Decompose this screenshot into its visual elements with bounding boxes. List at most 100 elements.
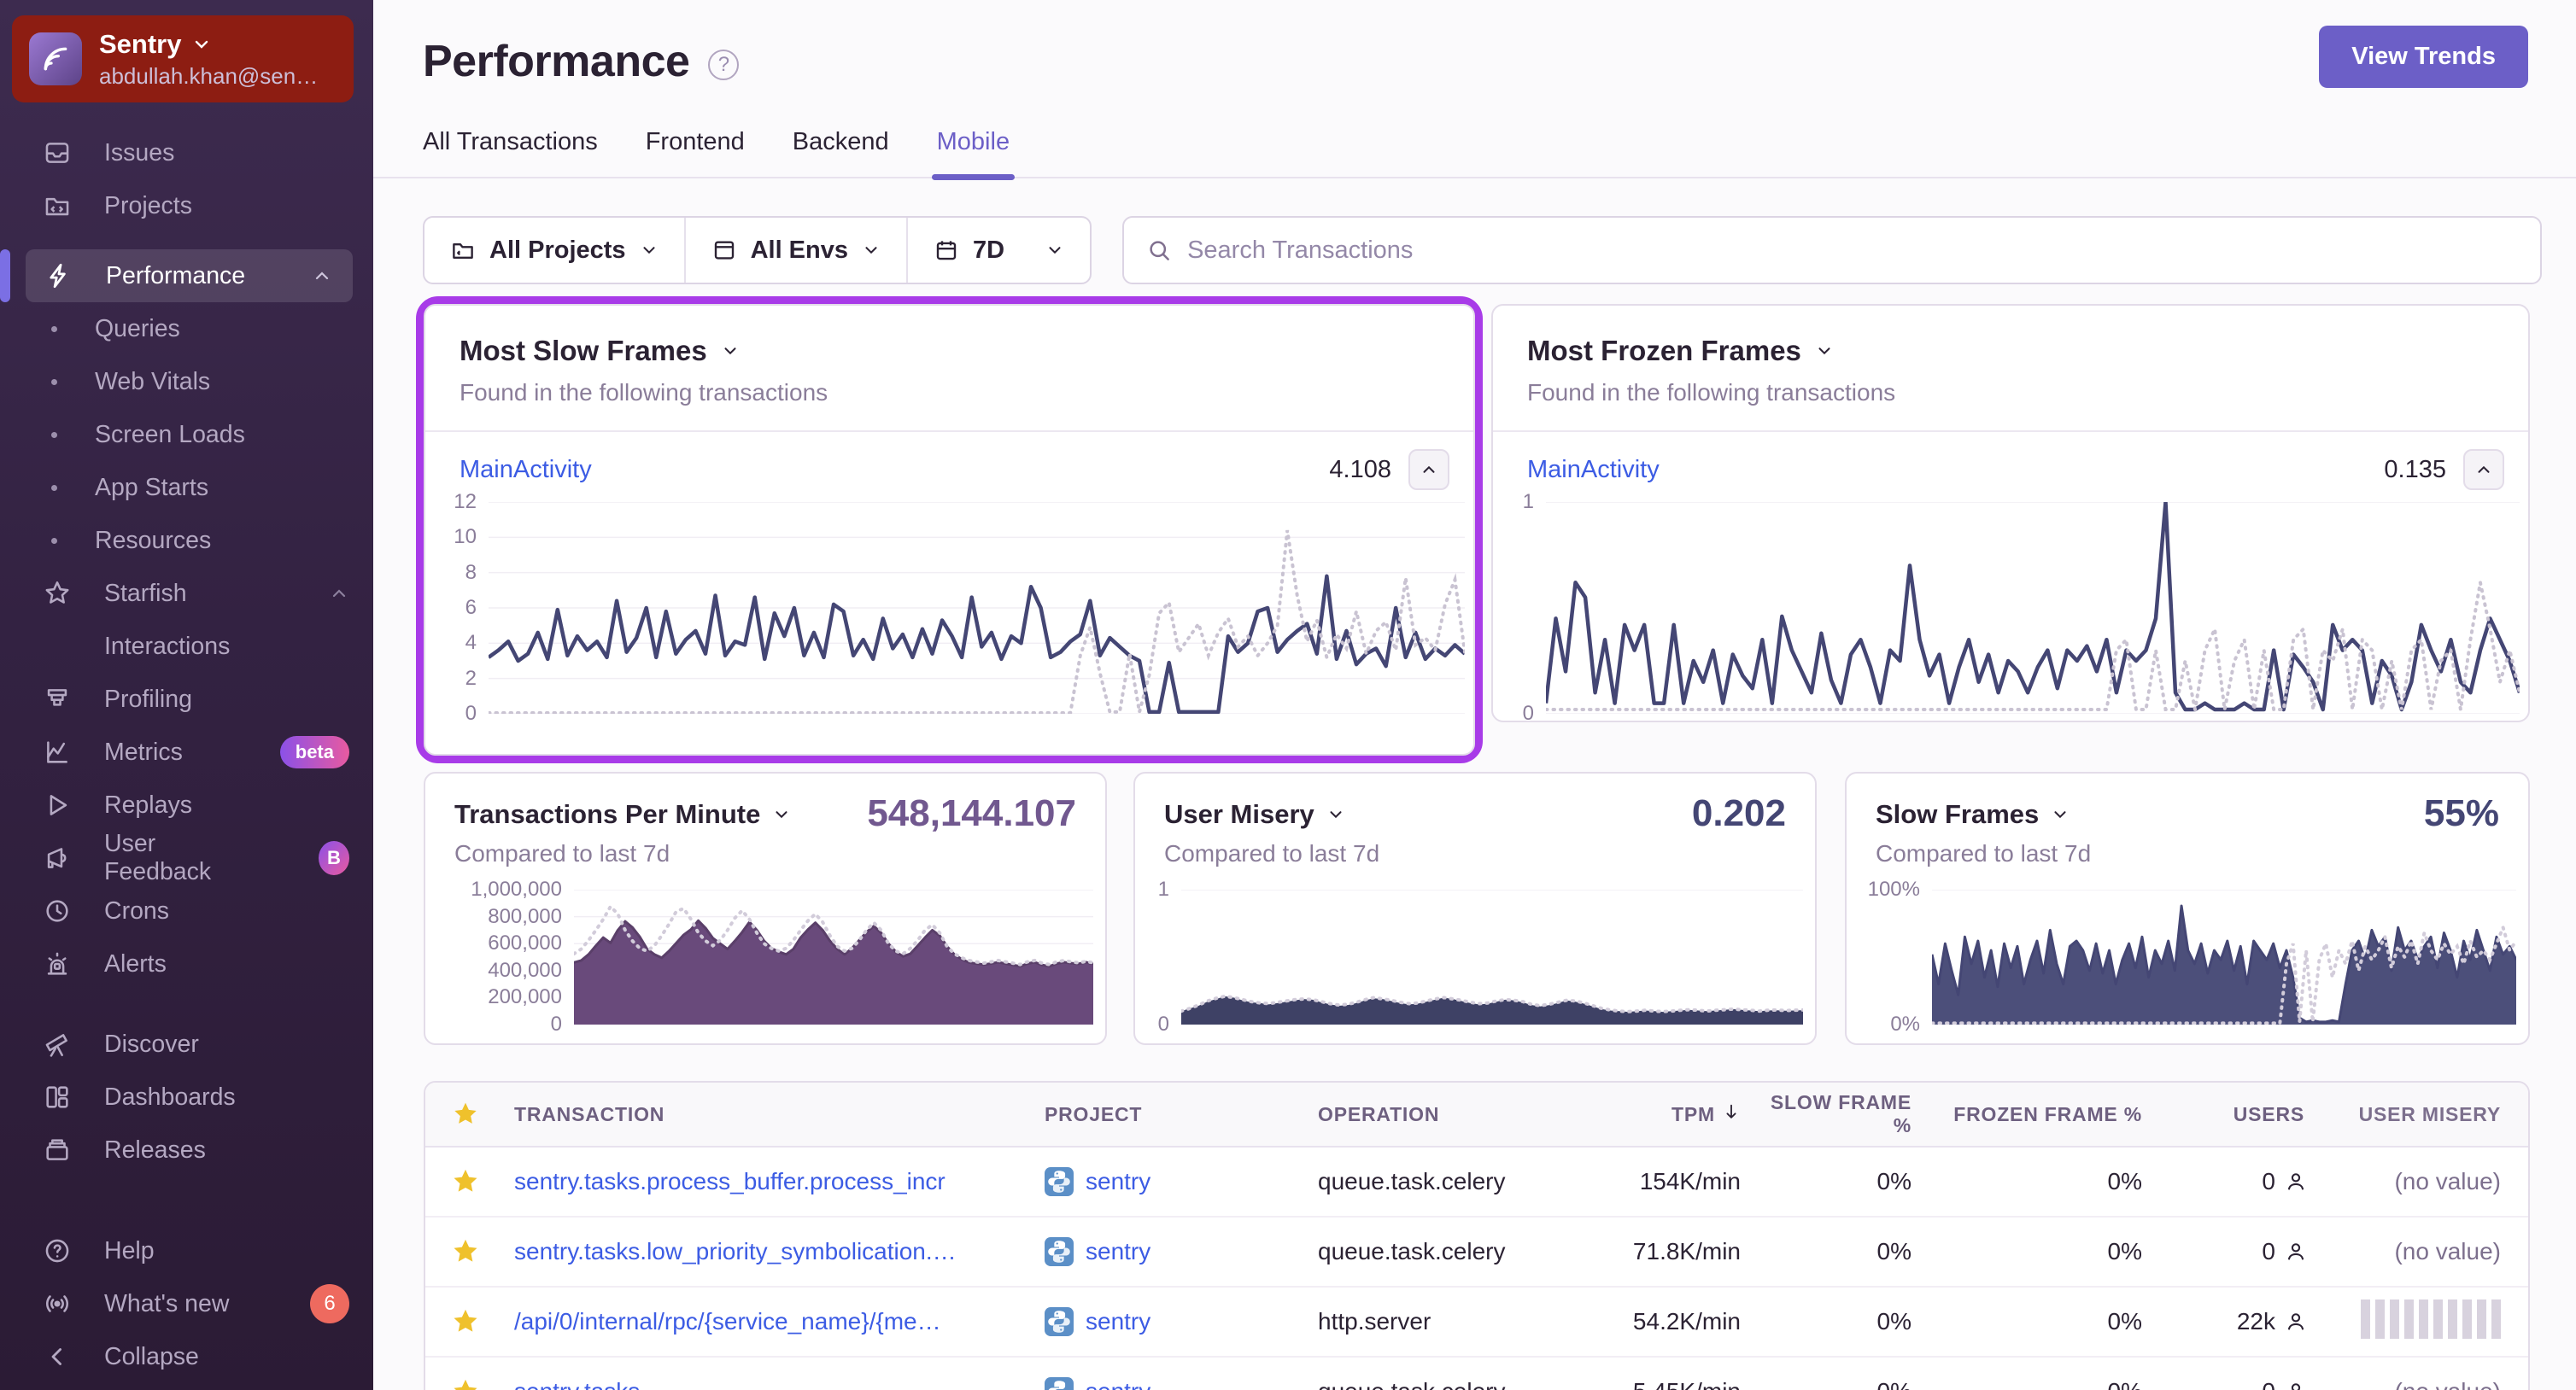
sidebar-item-web-vitals[interactable]: Web Vitals bbox=[0, 355, 373, 408]
sidebar-item-replays[interactable]: Replays bbox=[0, 779, 373, 832]
star-icon[interactable] bbox=[452, 1101, 479, 1128]
user-icon bbox=[2291, 1383, 2301, 1390]
column-header-frozen-frame[interactable]: FROZEN FRAME % bbox=[1953, 1103, 2151, 1126]
star-icon[interactable] bbox=[451, 1167, 480, 1196]
star-icon[interactable] bbox=[451, 1307, 480, 1336]
chevron-down-icon bbox=[2054, 811, 2066, 819]
main-content: Performance ? View Trends All Transactio… bbox=[373, 0, 2576, 1390]
transaction-value: 0.135 bbox=[2384, 455, 2446, 483]
sidebar-collapse-button[interactable]: Collapse bbox=[0, 1330, 373, 1383]
sidebar-item-resources[interactable]: Resources bbox=[0, 514, 373, 567]
siren-icon bbox=[47, 952, 67, 975]
transaction-link[interactable]: MainActivity bbox=[1527, 456, 1660, 484]
sidebar-item-label: Replays bbox=[104, 791, 192, 819]
sidebar-item-projects[interactable]: Projects bbox=[0, 179, 373, 232]
column-header-transaction[interactable]: TRANSACTION bbox=[514, 1103, 1045, 1126]
sidebar-item-performance[interactable]: Performance bbox=[26, 249, 353, 302]
search-icon bbox=[1150, 241, 1169, 260]
transaction-link[interactable]: sentry.tasks.process_buffer.process_incr bbox=[514, 1168, 1045, 1195]
column-header-project[interactable]: PROJECT bbox=[1045, 1103, 1318, 1126]
sidebar-item-help[interactable]: Help bbox=[0, 1224, 373, 1277]
tab-frontend[interactable]: Frontend bbox=[646, 128, 745, 177]
user-misery-cell: (no value) bbox=[2394, 1378, 2528, 1390]
sidebar-item-crons[interactable]: Crons bbox=[0, 885, 373, 937]
slow-frame-cell: 0% bbox=[1876, 1238, 1912, 1264]
project-filter[interactable]: All Projects bbox=[424, 218, 684, 283]
sentry-logo-icon bbox=[29, 32, 82, 85]
user-icon bbox=[2287, 1173, 2304, 1190]
column-header-slow-frame[interactable]: SLOW FRAME % bbox=[1749, 1091, 1920, 1137]
tab-backend[interactable]: Backend bbox=[793, 128, 889, 177]
sidebar-item-starfish[interactable]: Starfish bbox=[0, 567, 373, 620]
transaction-link[interactable]: sentry.tasks.low_priority_symbolication.… bbox=[514, 1238, 1045, 1265]
python-project-icon bbox=[1045, 1237, 1074, 1266]
y-axis-labels: 1,000,000 800,000 600,000 400,000 200,000 0 bbox=[471, 878, 562, 1036]
star-icon[interactable] bbox=[451, 1237, 480, 1266]
frozen-frame-cell: 0% bbox=[2108, 1378, 2151, 1390]
most-frozen-frames-widget: Most Frozen Frames Found in the followin… bbox=[1491, 304, 2530, 725]
transaction-value: 4.108 bbox=[1329, 455, 1391, 483]
search-input[interactable] bbox=[1187, 236, 2519, 265]
users-cell: 0 bbox=[2151, 1168, 2313, 1195]
slow-frames-chart bbox=[1932, 890, 2516, 1025]
transaction-link[interactable]: MainActivity bbox=[460, 456, 592, 484]
chevron-down-icon bbox=[643, 247, 655, 254]
sidebar-item-queries[interactable]: Queries bbox=[0, 302, 373, 355]
column-header-operation[interactable]: OPERATION bbox=[1318, 1103, 1621, 1126]
star-icon[interactable] bbox=[451, 1377, 480, 1390]
sidebar-item-user-feedback[interactable]: User Feedback B bbox=[0, 830, 373, 885]
sidebar-item-dashboards[interactable]: Dashboards bbox=[0, 1071, 373, 1124]
transaction-link[interactable]: /api/0/internal/rpc/{service_name}/{me… bbox=[514, 1308, 1045, 1335]
operation-cell: queue.task.celery bbox=[1318, 1168, 1506, 1194]
sidebar-item-screen-loads[interactable]: Screen Loads bbox=[0, 408, 373, 461]
sidebar-item-alerts[interactable]: Alerts bbox=[0, 937, 373, 990]
org-switcher[interactable]: Sentry abdullah.khan@sen… bbox=[12, 15, 354, 102]
sidebar-item-discover[interactable]: Discover bbox=[0, 1018, 373, 1071]
transaction-link[interactable]: sentry.tasks.… bbox=[514, 1378, 1045, 1390]
chevron-down-icon bbox=[776, 811, 787, 819]
date-range-filter[interactable]: 7D bbox=[906, 218, 1090, 283]
sidebar-item-interactions[interactable]: Interactions bbox=[0, 620, 373, 673]
sidebar-item-label: Metrics bbox=[104, 738, 183, 766]
page-help-icon[interactable]: ? bbox=[708, 50, 740, 80]
sidebar-item-issues[interactable]: Issues bbox=[0, 126, 373, 179]
sidebar-item-label: Crons bbox=[104, 896, 170, 925]
column-header-users[interactable]: USERS bbox=[2234, 1103, 2313, 1126]
user-misery-cell: (no value) bbox=[2394, 1238, 2501, 1264]
sidebar-item-releases[interactable]: Releases bbox=[0, 1124, 373, 1177]
project-link[interactable]: sentry bbox=[1045, 1377, 1318, 1390]
column-header-user-misery[interactable]: USER MISERY bbox=[2359, 1103, 2528, 1126]
clock-icon bbox=[46, 900, 68, 922]
project-name: sentry bbox=[1086, 1308, 1151, 1335]
sidebar-item-label: Profiling bbox=[104, 685, 192, 713]
sidebar-item-label: Resources bbox=[95, 526, 212, 554]
feedback-badge: B bbox=[318, 841, 349, 875]
collapse-row-button[interactable] bbox=[1408, 449, 1449, 490]
environment-filter[interactable]: All Envs bbox=[683, 218, 906, 283]
sidebar-item-app-starts[interactable]: App Starts bbox=[0, 461, 373, 514]
sidebar-item-whats-new[interactable]: What's new 6 bbox=[0, 1277, 373, 1330]
star-outline-icon bbox=[45, 581, 69, 604]
environment-filter-label: All Envs bbox=[750, 236, 848, 264]
sidebar-item-label: Screen Loads bbox=[95, 420, 245, 448]
sidebar-item-label: Discover bbox=[104, 1030, 199, 1058]
project-link[interactable]: sentry bbox=[1045, 1167, 1318, 1196]
broadcast-icon bbox=[46, 1295, 68, 1312]
project-link[interactable]: sentry bbox=[1045, 1237, 1318, 1266]
sidebar-item-metrics[interactable]: Metrics beta bbox=[0, 726, 373, 779]
widget-title-row[interactable]: Slow Frames bbox=[1876, 799, 2499, 830]
widget-title-row[interactable]: Most Frozen Frames bbox=[1527, 335, 2494, 367]
widget-title: Transactions Per Minute bbox=[454, 799, 761, 829]
operation-cell: http.server bbox=[1318, 1308, 1431, 1335]
collapse-row-button[interactable] bbox=[2463, 449, 2504, 490]
widget-value: 55% bbox=[2423, 792, 2499, 834]
tab-all-transactions[interactable]: All Transactions bbox=[423, 128, 598, 177]
table-header: TRANSACTION PROJECT OPERATION TPM SLOW F… bbox=[425, 1083, 2528, 1148]
view-trends-button[interactable]: View Trends bbox=[2319, 26, 2528, 88]
tab-mobile[interactable]: Mobile bbox=[931, 128, 1016, 180]
column-header-tpm[interactable]: TPM bbox=[1671, 1102, 1749, 1126]
sidebar-item-profiling[interactable]: Profiling bbox=[0, 673, 373, 726]
transactions-table: TRANSACTION PROJECT OPERATION TPM SLOW F… bbox=[424, 1081, 2530, 1390]
project-link[interactable]: sentry bbox=[1045, 1307, 1318, 1336]
widget-title-row[interactable]: Most Slow Frames bbox=[460, 335, 1439, 367]
